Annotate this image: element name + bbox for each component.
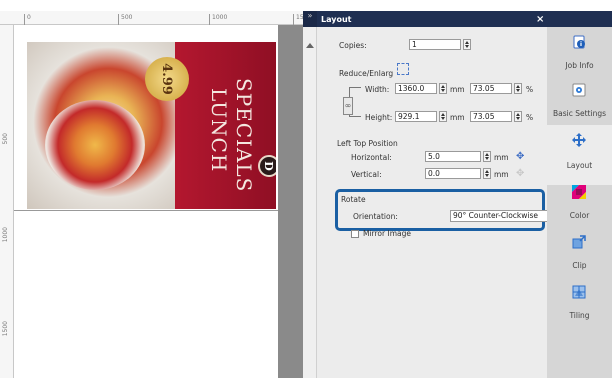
aspect-link-bracket-bottom xyxy=(349,116,361,117)
width-percent-unit: % xyxy=(526,85,534,94)
tab-bar-top-strip xyxy=(547,0,612,11)
print-preview-image[interactable]: 4.99 LUNCH SPECIALS D xyxy=(27,42,276,209)
ruler-tick: 1000 xyxy=(209,14,227,25)
vertical-unit: mm xyxy=(494,170,509,179)
media-edge-line xyxy=(14,210,278,211)
move-icon xyxy=(572,133,586,147)
height-percent-stepper[interactable] xyxy=(514,111,522,122)
center-vertical-icon: ✥ xyxy=(516,168,525,179)
layout-form: Copies: 1 Reduce/Enlarg ∞ Width: 1360.0 … xyxy=(317,27,558,378)
tab-label: Basic Settings xyxy=(552,109,606,118)
ruler-tick: 500 xyxy=(118,14,132,25)
rotate-label: Rotate xyxy=(341,195,366,204)
tab-label: Color xyxy=(569,211,590,220)
price-badge: 4.99 xyxy=(145,57,189,101)
mirror-image-label: Mirror Image xyxy=(363,229,411,238)
clip-icon xyxy=(572,235,586,249)
horizontal-stepper[interactable] xyxy=(483,151,491,162)
width-unit: mm xyxy=(450,85,465,94)
panel-scrollbar[interactable] xyxy=(303,27,317,378)
width-percent-stepper[interactable] xyxy=(514,83,522,94)
height-percent-input[interactable]: 73.05 xyxy=(470,111,512,122)
settings-tab-bar: Job Info Basic Settings Layout Color Cli… xyxy=(547,0,612,378)
close-icon[interactable]: × xyxy=(536,14,544,25)
preview-canvas[interactable]: 0 500 1000 150 500 1000 1500 4.99 LUNCH … xyxy=(0,0,303,378)
center-horizontal-icon[interactable]: ✥ xyxy=(516,151,524,162)
color-icon xyxy=(572,185,586,199)
panel-title: Layout xyxy=(321,15,352,24)
copies-label: Copies: xyxy=(339,41,367,50)
tab-layout[interactable]: Layout xyxy=(547,125,612,185)
link-aspect-icon[interactable]: ∞ xyxy=(343,97,353,115)
height-input[interactable]: 929.1 xyxy=(395,111,437,122)
canvas-scrollbar[interactable] xyxy=(278,25,303,378)
vertical-ruler: 500 1000 1500 xyxy=(0,25,14,378)
horizontal-ruler: 0 500 1000 150 xyxy=(0,11,303,25)
ruler-tick: 1000 xyxy=(2,227,9,243)
tab-tiling[interactable]: Tiling xyxy=(547,277,612,337)
height-stepper[interactable] xyxy=(439,111,447,122)
width-percent-input[interactable]: 73.05 xyxy=(470,83,512,94)
horizontal-unit: mm xyxy=(494,153,509,162)
canvas-top-strip xyxy=(0,0,303,11)
height-label: Height: xyxy=(365,113,393,122)
ruler-tick: 500 xyxy=(2,133,9,145)
copies-stepper[interactable] xyxy=(463,39,471,50)
food-plate xyxy=(45,100,145,190)
orientation-value[interactable]: 90° Counter-Clockwise xyxy=(450,210,548,222)
info-icon xyxy=(573,35,585,49)
scroll-up-icon[interactable] xyxy=(306,43,314,48)
orientation-select[interactable]: 90° Counter-Clockwise xyxy=(450,210,558,222)
vertical-stepper[interactable] xyxy=(483,168,491,179)
height-unit: mm xyxy=(450,113,465,122)
tab-label: Clip xyxy=(572,261,587,270)
vertical-label: Vertical: xyxy=(351,170,382,179)
tab-label: Tiling xyxy=(569,311,590,320)
tab-label: Layout xyxy=(566,161,593,170)
fit-to-media-icon[interactable] xyxy=(397,63,409,75)
height-percent-unit: % xyxy=(526,113,534,122)
preview-title-line-1: LUNCH xyxy=(207,88,231,173)
width-input[interactable]: 1360.0 xyxy=(395,83,437,94)
horizontal-label: Horizontal: xyxy=(351,153,392,162)
ruler-tick: 1500 xyxy=(2,321,9,337)
left-top-position-label: Left Top Position xyxy=(337,139,398,148)
layout-panel: » Layout × Copies: 1 Reduce/Enlarg ∞ Wid… xyxy=(303,0,612,378)
ruler-tick: 0 xyxy=(24,14,31,25)
width-label: Width: xyxy=(365,85,390,94)
logo-badge: D xyxy=(258,155,276,177)
preview-title-line-2: SPECIALS xyxy=(232,78,256,193)
reduce-enlarge-label: Reduce/Enlarg xyxy=(339,69,394,78)
horizontal-input[interactable]: 5.0 xyxy=(425,151,481,162)
rotate-highlight-box: Rotate Orientation: 90° Counter-Clockwis… xyxy=(335,189,558,231)
ruler-tick: 150 xyxy=(293,14,303,25)
aspect-link-bracket-top xyxy=(349,87,361,88)
collapse-panel-button[interactable]: » xyxy=(303,11,317,27)
copies-input[interactable]: 1 xyxy=(409,39,461,50)
tiling-icon xyxy=(572,285,586,299)
mirror-image-checkbox[interactable] xyxy=(351,230,359,238)
vertical-input[interactable]: 0.0 xyxy=(425,168,481,179)
width-stepper[interactable] xyxy=(439,83,447,94)
orientation-label: Orientation: xyxy=(353,212,398,221)
panel-header: » Layout × xyxy=(303,0,612,27)
tab-label: Job Info xyxy=(565,61,594,70)
basic-settings-icon xyxy=(572,83,586,97)
